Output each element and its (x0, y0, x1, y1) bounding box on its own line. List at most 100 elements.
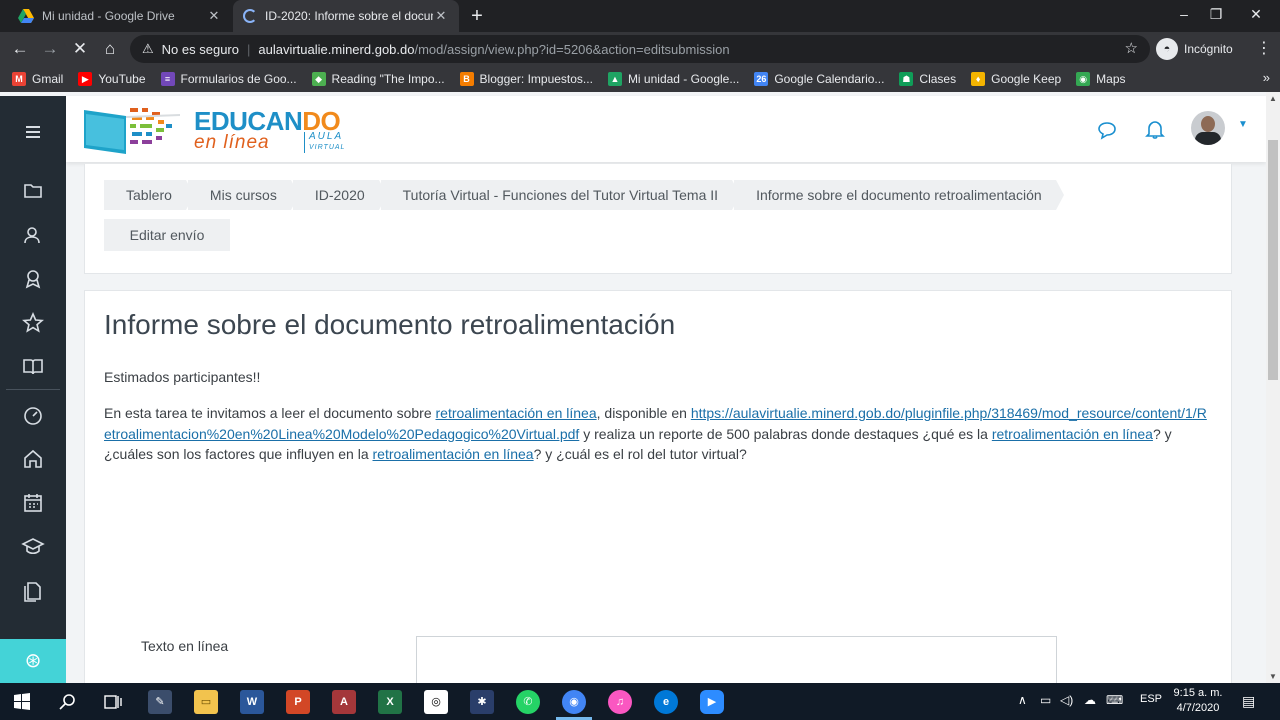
paint-icon[interactable]: ✎ (148, 690, 172, 714)
breadcrumb-mis-cursos[interactable]: Mis cursos (187, 180, 299, 210)
greeting-text: Estimados participantes!! (104, 369, 261, 385)
accessibility-button[interactable]: ⊛ (0, 639, 66, 683)
bookmark-maps[interactable]: ◉ Maps (1076, 72, 1126, 86)
classroom-icon: ☗ (899, 72, 914, 86)
network-app-icon[interactable]: ✱ (470, 690, 494, 714)
more-bookmarks-icon[interactable]: » (1263, 70, 1270, 85)
onedrive-icon[interactable]: ☁ (1084, 693, 1096, 707)
maximize-button[interactable]: ❐ (1202, 4, 1230, 24)
breadcrumb-section[interactable]: Tutoría Virtual - Funciones del Tutor Vi… (380, 180, 741, 210)
security-status[interactable]: No es seguro (162, 42, 239, 57)
breadcrumb-course[interactable]: ID-2020 (292, 180, 387, 210)
logo-subtitle: en línea (194, 132, 270, 153)
search-icon[interactable] (56, 690, 80, 714)
excel-icon[interactable]: X (378, 690, 402, 714)
battery-icon[interactable]: ▭ (1040, 693, 1051, 707)
bookmarks-bar: M Gmail ▶ YouTube ≡ Formularios de Goo..… (0, 66, 1280, 92)
link-retroalimentacion[interactable]: retroalimentación en línea (436, 405, 597, 421)
word-icon[interactable]: W (240, 690, 264, 714)
tab-id-2020[interactable]: ID-2020: Informe sobre el docum ✕ (233, 0, 459, 32)
bookmark-youtube[interactable]: ▶ YouTube (78, 72, 146, 86)
bookmark-reading[interactable]: ◆ Reading "The Impo... (311, 72, 445, 86)
hamburger-menu-icon[interactable] (21, 120, 45, 144)
input-language[interactable]: ESP (1140, 693, 1162, 705)
bookmark-forms[interactable]: ≡ Formularios de Goo... (160, 72, 297, 86)
forms-icon: ≡ (160, 72, 175, 86)
folder-icon[interactable] (21, 179, 45, 203)
chevron-down-icon[interactable]: ▼ (1238, 119, 1248, 130)
back-arrow-icon[interactable]: ← (8, 37, 32, 61)
bookmark-blogger[interactable]: B Blogger: Impuestos... (459, 72, 593, 86)
calendar-icon[interactable] (21, 491, 45, 515)
keyboard-icon[interactable]: ⌨ (1106, 693, 1123, 707)
app-icon[interactable]: ◎ (424, 690, 448, 714)
link-retroalimentacion[interactable]: retroalimentación en línea (373, 446, 534, 462)
site-logo[interactable]: EDUCANDO en línea AULA VIRTUAL (82, 104, 352, 156)
avatar-body (1195, 132, 1221, 145)
bookmark-drive[interactable]: ▲ Mi unidad - Google... (607, 72, 739, 86)
badge-icon[interactable] (21, 267, 45, 291)
scroll-up-icon[interactable]: ▲ (1269, 94, 1277, 103)
clock-date: 4/7/2020 (1176, 702, 1220, 714)
star-icon[interactable] (21, 311, 45, 335)
system-clock[interactable]: 9:15 a. m. 4/7/2020 (1166, 686, 1230, 716)
browser-menu-icon[interactable]: ⋮ (1254, 37, 1274, 61)
address-bar[interactable]: ⚠ No es seguro | aulavirtualie.minerd.go… (130, 35, 1150, 63)
windows-start-icon[interactable] (10, 690, 34, 714)
graduation-cap-icon[interactable] (21, 535, 45, 559)
incognito-icon: ◓ (1156, 38, 1178, 60)
new-tab-button[interactable]: + (466, 5, 488, 27)
online-text-editor[interactable] (416, 636, 1057, 683)
bookmark-label: Google Calendario... (774, 72, 885, 86)
link-retroalimentacion[interactable]: retroalimentación en línea (992, 426, 1153, 442)
bookmark-star-icon[interactable]: ☆ (1125, 39, 1138, 57)
zoom-icon[interactable]: ▶ (700, 690, 724, 714)
breadcrumb: Tablero Mis cursos ID-2020 Tutoría Virtu… (104, 180, 1064, 210)
left-sidebar: ⊛ (0, 96, 66, 683)
scroll-down-icon[interactable]: ▼ (1269, 672, 1277, 681)
reading-icon: ◆ (311, 72, 326, 86)
warning-icon[interactable]: ⚠ (142, 41, 154, 57)
assignment-description: En esta tarea te invitamos a leer el doc… (104, 403, 1214, 465)
minimize-button[interactable]: – (1170, 4, 1198, 24)
whatsapp-icon[interactable]: ✆ (516, 690, 540, 714)
itunes-icon[interactable]: ♫ (608, 690, 632, 714)
bookmark-gmail[interactable]: M Gmail (12, 72, 63, 86)
messages-icon[interactable] (1095, 117, 1119, 141)
close-icon[interactable]: ✕ (433, 8, 449, 24)
user-search-icon[interactable] (21, 223, 45, 247)
user-avatar[interactable] (1191, 111, 1225, 145)
window-close-button[interactable]: ✕ (1242, 4, 1270, 24)
powerpoint-icon[interactable]: P (286, 690, 310, 714)
breadcrumb-tablero[interactable]: Tablero (104, 180, 194, 210)
bookmark-keep[interactable]: ♦ Google Keep (971, 72, 1061, 86)
scrollbar-thumb[interactable] (1268, 140, 1278, 380)
book-icon[interactable] (21, 355, 45, 379)
volume-icon[interactable]: ◁) (1060, 693, 1073, 707)
file-explorer-icon[interactable]: ▭ (194, 690, 218, 714)
bookmark-calendar[interactable]: 26 Google Calendario... (754, 72, 884, 86)
home-icon[interactable] (21, 447, 45, 471)
chrome-icon[interactable]: ◉ (562, 690, 586, 714)
page-scrollbar[interactable]: ▲ ▼ (1266, 92, 1280, 683)
maps-icon: ◉ (1076, 72, 1091, 86)
tab-google-drive[interactable]: Mi unidad - Google Drive ✕ (8, 0, 232, 32)
calendar-icon: 26 (754, 72, 769, 86)
task-view-icon[interactable] (101, 690, 125, 714)
home-icon[interactable]: ⌂ (98, 37, 122, 61)
bookmark-clases[interactable]: ☗ Clases (899, 72, 956, 86)
close-icon[interactable]: ✕ (206, 8, 222, 24)
files-icon[interactable] (21, 579, 45, 603)
breadcrumb-assignment[interactable]: Informe sobre el documento retroalimenta… (734, 180, 1064, 210)
forward-arrow-icon[interactable]: → (38, 37, 62, 61)
dashboard-gauge-icon[interactable] (21, 403, 45, 427)
bookmark-label: Maps (1096, 72, 1126, 86)
notifications-bell-icon[interactable] (1143, 117, 1167, 141)
show-hidden-icons-icon[interactable]: ∧ (1018, 693, 1027, 707)
notifications-icon[interactable]: ▤ (1242, 693, 1255, 710)
stop-loading-icon[interactable]: ✕ (68, 37, 92, 61)
edge-icon[interactable]: e (654, 690, 678, 714)
access-icon[interactable]: A (332, 690, 356, 714)
edit-submission-button[interactable]: Editar envío (104, 219, 230, 251)
incognito-indicator[interactable]: ◓ Incógnito (1156, 37, 1233, 61)
